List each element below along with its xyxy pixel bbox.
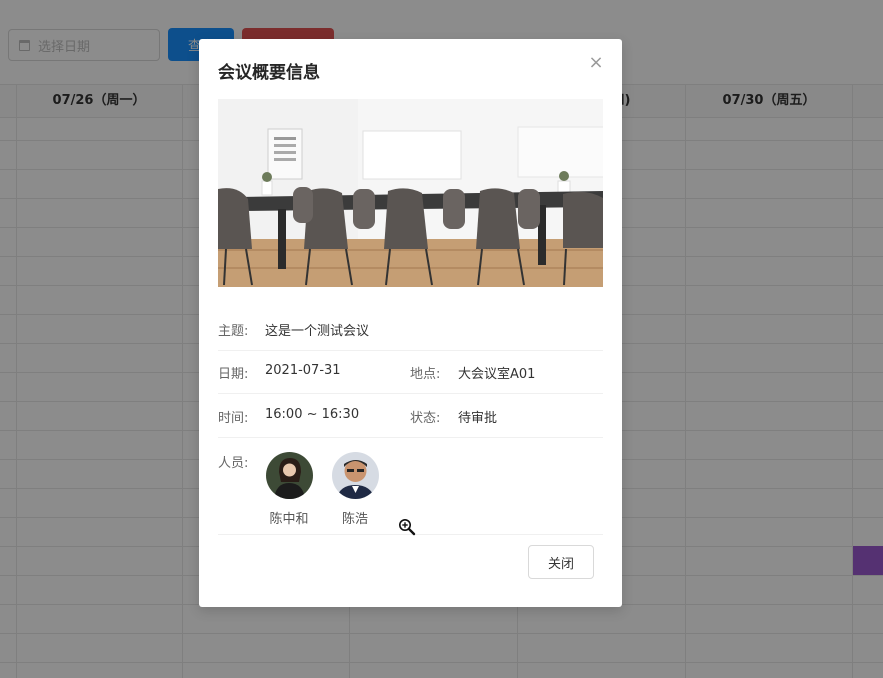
avatar bbox=[265, 452, 313, 499]
subject-label: 主题: bbox=[218, 324, 249, 339]
time-value: 16:00 ~ 16:30 bbox=[265, 407, 360, 422]
person-name: 陈中和 bbox=[269, 512, 309, 527]
avatar bbox=[331, 452, 379, 499]
modal-title: 会议概要信息 bbox=[218, 63, 320, 83]
status-value: 待审批 bbox=[458, 411, 498, 426]
date-value: 2021-07-31 bbox=[265, 363, 341, 378]
subject-value: 这是一个测试会议 bbox=[265, 324, 370, 339]
close-icon[interactable]: × bbox=[588, 54, 604, 72]
date-label: 日期: bbox=[218, 367, 249, 382]
room-illustration bbox=[218, 99, 603, 287]
subject-row: 主题: 这是一个测试会议 bbox=[218, 309, 603, 351]
location-label: 地点: bbox=[410, 367, 441, 382]
person-name: 陈浩 bbox=[341, 512, 368, 527]
conference-room-photo bbox=[218, 99, 603, 287]
zoom-in-cursor-icon bbox=[399, 519, 416, 536]
time-status-row: 时间: 16:00 ~ 16:30 状态: 待审批 bbox=[218, 394, 603, 438]
person-card[interactable]: 陈中和 bbox=[265, 452, 313, 527]
close-button[interactable]: 关闭 bbox=[528, 545, 594, 579]
person-card[interactable]: 陈浩 bbox=[331, 452, 379, 527]
location-value: 大会议室A01 bbox=[458, 367, 536, 382]
status-label: 状态: bbox=[410, 411, 441, 426]
date-location-row: 日期: 2021-07-31 地点: 大会议室A01 bbox=[218, 351, 603, 394]
time-label: 时间: bbox=[218, 411, 249, 426]
people-label: 人员: bbox=[218, 456, 249, 471]
